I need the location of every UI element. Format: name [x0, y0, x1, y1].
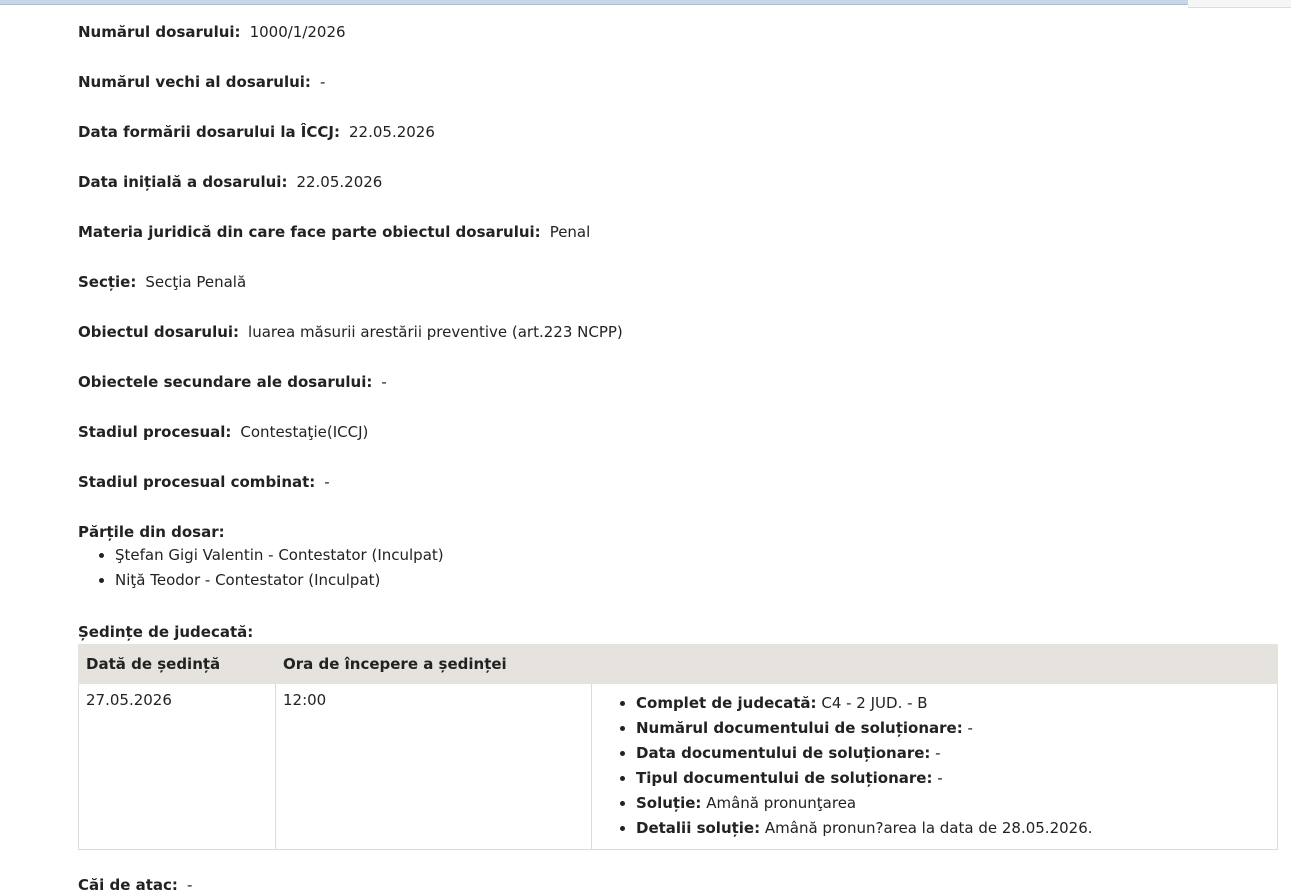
- parties-title: Părțile din dosar:: [78, 523, 225, 541]
- window-top-border: [0, 0, 1291, 5]
- field-combined-procedural-stage: Stadiul procesual combinat: -: [78, 471, 1278, 521]
- field-label: Stadiul procesual combinat:: [78, 473, 316, 491]
- field-label: Data formării dosarului la ÎCCJ:: [78, 123, 340, 141]
- column-header-details: [591, 644, 1278, 684]
- field-value: Penal: [549, 223, 591, 241]
- field-value: -: [319, 73, 326, 91]
- field-case-number: Numărul dosarului: 1000/1/2026: [78, 21, 1278, 71]
- detail-label: Detalii soluție:: [636, 819, 761, 837]
- parties-section: Părțile din dosar: Ştefan Gigi Valentin …: [78, 521, 1278, 621]
- field-label: Căi de atac:: [78, 876, 178, 894]
- field-value: -: [186, 876, 193, 894]
- parties-list: Ştefan Gigi Valentin - Contestator (Incu…: [78, 543, 1278, 593]
- field-label: Materia juridică din care face parte obi…: [78, 223, 541, 241]
- field-procedural-stage: Stadiul procesual: Contestaţie(ICCJ): [78, 421, 1278, 471]
- field-old-case-number: Numărul vechi al dosarului: -: [78, 71, 1278, 121]
- detail-value: C4 - 2 JUD. - B: [821, 694, 928, 712]
- field-value: Contestaţie(ICCJ): [240, 423, 369, 441]
- detail-label: Complet de judecată:: [636, 694, 817, 712]
- field-label: Numărul dosarului:: [78, 23, 241, 41]
- field-label: Stadiul procesual:: [78, 423, 232, 441]
- field-value: -: [324, 473, 330, 491]
- field-label: Secție:: [78, 273, 137, 291]
- hearings-table: Dată de ședință Ora de începere a ședinț…: [78, 644, 1278, 850]
- list-item: Complet de judecată: C4 - 2 JUD. - B: [636, 691, 1270, 716]
- list-item: Ştefan Gigi Valentin - Contestator (Incu…: [115, 543, 1278, 568]
- field-secondary-objects: Obiectele secundare ale dosarului: -: [78, 371, 1278, 421]
- field-case-object: Obiectul dosarului: luarea măsurii arestă…: [78, 321, 1278, 371]
- detail-label: Data documentului de soluționare:: [636, 744, 931, 762]
- field-formation-date: Data formării dosarului la ÎCCJ: 22.05.20…: [78, 121, 1278, 171]
- field-label: Obiectul dosarului:: [78, 323, 240, 341]
- detail-label: Soluție:: [636, 794, 702, 812]
- detail-value: -: [935, 744, 941, 762]
- field-value: luarea măsurii arestării preventive (art…: [248, 323, 623, 341]
- column-header-time: Ora de începere a ședinței: [275, 644, 592, 684]
- detail-value: -: [967, 719, 973, 737]
- cell-hearing-time: 12:00: [275, 683, 592, 850]
- field-legal-matter: Materia juridică din care face parte obi…: [78, 221, 1278, 271]
- case-details: Numărul dosarului: 1000/1/2026 Numărul ve…: [78, 21, 1278, 896]
- field-value: -: [381, 373, 387, 391]
- column-header-date: Dată de ședință: [78, 644, 276, 684]
- list-item: Soluție: Amână pronunţarea: [636, 791, 1270, 816]
- hearing-details-list: Complet de judecată: C4 - 2 JUD. - B Num…: [599, 691, 1270, 841]
- field-appeals: Căi de atac: -: [78, 874, 1278, 896]
- detail-label: Numărul documentului de soluționare:: [636, 719, 963, 737]
- field-initial-date: Data inițială a dosarului: 22.05.2026: [78, 171, 1278, 221]
- field-value: 1000/1/2026: [249, 23, 346, 41]
- table-row: 27.05.2026 12:00 Complet de judecată: C4…: [78, 683, 1278, 850]
- detail-value: -: [937, 769, 943, 787]
- field-label: Obiectele secundare ale dosarului:: [78, 373, 373, 391]
- field-value: Secţia Penală: [145, 273, 247, 291]
- field-value: 22.05.2026: [349, 123, 435, 141]
- list-item: Numărul documentului de soluționare: -: [636, 716, 1270, 741]
- list-item: Data documentului de soluționare: -: [636, 741, 1270, 766]
- hearings-title: Ședințe de judecată:: [78, 623, 254, 641]
- list-item: Niţă Teodor - Contestator (Inculpat): [115, 568, 1278, 593]
- detail-value: Amână pronun?area la data de 28.05.2026.: [764, 819, 1093, 837]
- table-header-row: Dată de ședință Ora de începere a ședinț…: [78, 644, 1278, 684]
- field-label: Numărul vechi al dosarului:: [78, 73, 311, 91]
- list-item: Tipul documentului de soluționare: -: [636, 766, 1270, 791]
- list-item: Detalii soluție: Amână pronun?area la da…: [636, 816, 1270, 841]
- field-value: 22.05.2026: [296, 173, 383, 191]
- detail-label: Tipul documentului de soluționare:: [636, 769, 933, 787]
- detail-value: Amână pronunţarea: [706, 794, 857, 812]
- window-top-right-edge: [1188, 0, 1291, 8]
- field-label: Data inițială a dosarului:: [78, 173, 288, 191]
- field-section: Secție: Secţia Penală: [78, 271, 1278, 321]
- cell-hearing-details: Complet de judecată: C4 - 2 JUD. - B Num…: [591, 683, 1278, 850]
- cell-hearing-date: 27.05.2026: [78, 683, 276, 850]
